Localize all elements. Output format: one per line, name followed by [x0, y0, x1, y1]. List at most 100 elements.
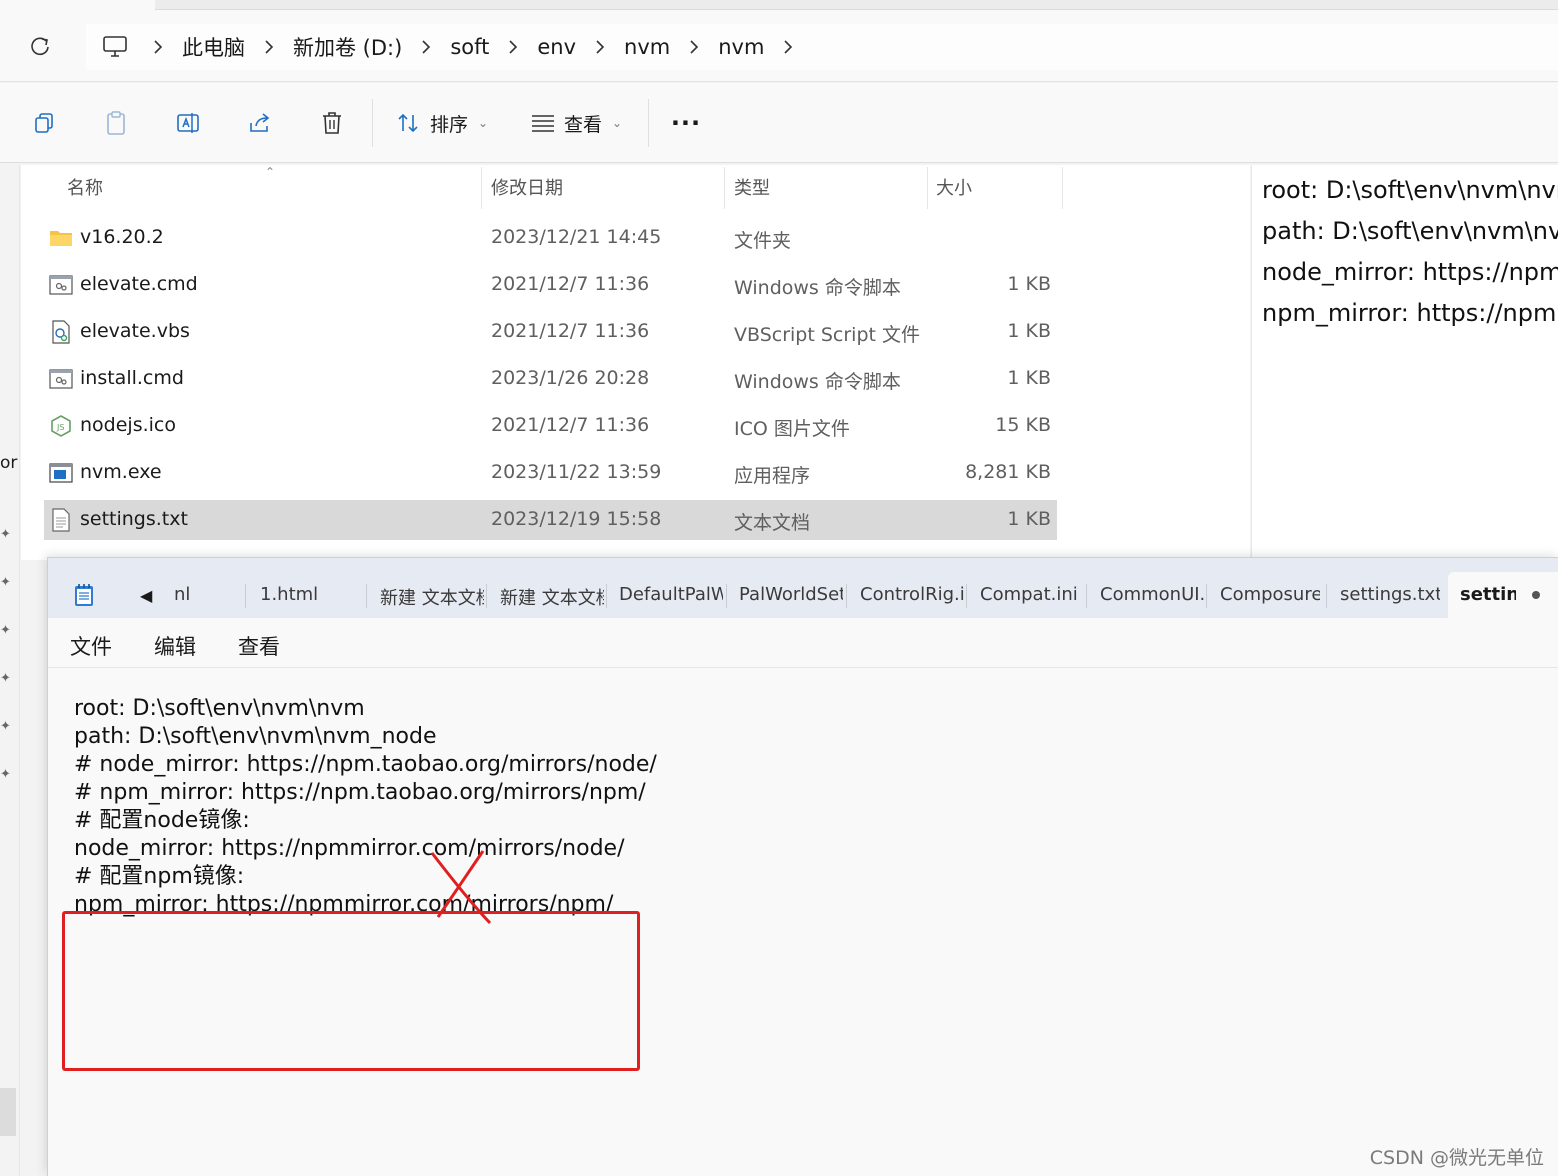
delete-icon[interactable] [314, 105, 350, 141]
tab-divider [1326, 584, 1327, 608]
column-header-type[interactable]: 类型 [734, 165, 770, 209]
pin-icon: ✦ [0, 719, 11, 734]
pin-icon: ✦ [0, 575, 11, 590]
file-type: 文件夹 [734, 230, 792, 252]
chevron-right-icon[interactable] [412, 40, 440, 54]
file-type: Windows 命令脚本 [734, 371, 901, 393]
breadcrumb[interactable]: 此电脑 新加卷 (D:) soft env nvm nvm [86, 24, 1558, 70]
file-list: ⌃ 名称 修改日期 类型 大小 v16.20.2 2023/12/21 14:4… [21, 165, 1250, 560]
tab-new-text-doc-1[interactable]: 新建 文本文档 [380, 584, 484, 610]
txt-file-icon [49, 508, 73, 532]
sort-icon [398, 113, 418, 133]
chevron-right-icon[interactable] [586, 40, 614, 54]
menu-file[interactable]: 文件 [70, 631, 112, 661]
column-divider[interactable] [1062, 167, 1063, 209]
toolbar-divider [372, 99, 373, 147]
sort-button[interactable]: 排序 ⌄ [396, 105, 488, 141]
breadcrumb-env[interactable]: env [527, 35, 586, 59]
chevron-right-icon[interactable] [499, 40, 527, 54]
breadcrumb-soft[interactable]: soft [440, 35, 499, 59]
chevron-right-icon[interactable] [680, 40, 708, 54]
file-name: nodejs.ico [80, 414, 176, 436]
column-divider[interactable] [927, 167, 928, 209]
text-line: # npm_mirror: https://npm.taobao.org/mir… [74, 780, 646, 805]
tab-divider [606, 584, 607, 608]
chevron-right-icon[interactable] [255, 40, 283, 54]
tab-active[interactable]: settings.txt [1448, 572, 1558, 618]
column-header-date[interactable]: 修改日期 [491, 165, 563, 209]
text-line: path: D:\soft\env\nvm\nvm_node [74, 724, 437, 749]
tab-palworldsettings[interactable]: PalWorldSettings [739, 584, 843, 610]
view-label: 查看 [564, 113, 603, 136]
tab-defaultpalworld[interactable]: DefaultPalWorld [619, 584, 723, 610]
file-size: 1 KB [1007, 320, 1051, 342]
toolbar-divider [648, 99, 649, 147]
vbs-file-icon [49, 320, 73, 344]
tab-new-text-doc-2[interactable]: 新建 文本文档 [500, 584, 604, 610]
navigation-pane[interactable]: or ✦ ✦ ✦ ✦ ✦ ✦ [0, 165, 20, 1176]
column-header-name[interactable]: 名称 [67, 165, 103, 209]
file-date: 2021/12/7 11:36 [491, 414, 650, 436]
preview-line: root: D:\soft\env\nvm\nvm [1262, 176, 1558, 204]
tab-1-html[interactable]: 1.html [260, 584, 365, 610]
file-row[interactable]: install.cmd 2023/1/26 20:28 Windows 命令脚本… [44, 359, 1057, 399]
chevron-right-icon[interactable] [144, 40, 172, 54]
breadcrumb-drive-d[interactable]: 新加卷 (D:) [283, 32, 412, 62]
column-divider[interactable] [481, 167, 482, 209]
tab-divider [486, 584, 487, 608]
file-size: 15 KB [995, 414, 1051, 436]
column-header-size[interactable]: 大小 [936, 165, 972, 209]
file-row[interactable]: JS nodejs.ico 2021/12/7 11:36 ICO 图片文件 1… [44, 406, 1057, 446]
watermark: CSDN @微光无单位 [1369, 1147, 1544, 1169]
chevron-right-icon[interactable] [774, 40, 802, 54]
text-line: # 配置npm镜像: [74, 864, 245, 889]
file-date: 2023/1/26 20:28 [491, 367, 650, 389]
refresh-icon[interactable] [24, 30, 56, 62]
notepad-tab-bar: ◀ nl 1.html 新建 文本文档 新建 文本文档 DefaultPalWo… [48, 558, 1558, 618]
tab-composure-ini[interactable]: Composure.ini [1220, 584, 1320, 610]
breadcrumb-nvm-current[interactable]: nvm [708, 35, 774, 59]
file-size: 1 KB [1007, 273, 1051, 295]
tab-divider [366, 584, 367, 608]
tab-nl[interactable]: nl [174, 584, 230, 610]
copy-icon[interactable] [26, 105, 62, 141]
nav-selected-indicator [0, 1088, 16, 1136]
file-name: install.cmd [80, 367, 184, 389]
text-line: # 配置node镜像: [74, 808, 250, 833]
rename-icon[interactable] [170, 105, 206, 141]
preview-line: npm_mirror: https://npm.taobao.org [1262, 299, 1558, 327]
tab-divider [846, 584, 847, 608]
tab-scroll-left-icon[interactable]: ◀ [140, 586, 152, 605]
file-name: elevate.cmd [80, 273, 198, 295]
preview-line: node_mirror: https://npm.taobao.org [1262, 258, 1558, 286]
tab-commonui-ini[interactable]: CommonUI.ini [1100, 584, 1204, 610]
file-row[interactable]: v16.20.2 2023/12/21 14:45 文件夹 [44, 218, 1057, 258]
text-line: # node_mirror: https://npm.taobao.org/mi… [74, 752, 657, 777]
text-editor[interactable]: root: D:\soft\env\nvm\nvm path: D:\soft\… [48, 669, 1558, 1176]
breadcrumb-nvm[interactable]: nvm [614, 35, 680, 59]
paste-icon[interactable] [98, 105, 134, 141]
view-button[interactable]: 查看 ⌄ [530, 105, 622, 141]
nav-item-fragment[interactable]: or [0, 453, 17, 473]
breadcrumb-this-pc[interactable]: 此电脑 [172, 32, 255, 62]
chevron-down-icon: ⌄ [612, 116, 623, 130]
more-options-icon[interactable]: ··· [666, 105, 706, 141]
tab-compat-ini[interactable]: Compat.ini [980, 584, 1084, 610]
menu-edit[interactable]: 编辑 [154, 631, 196, 661]
menu-view[interactable]: 查看 [238, 631, 280, 661]
unsaved-dot-icon[interactable] [1532, 591, 1540, 599]
tab-settings-txt[interactable]: settings.txt [1340, 584, 1440, 610]
file-row[interactable]: nvm.exe 2023/11/22 13:59 应用程序 8,281 KB [44, 453, 1057, 493]
share-icon[interactable] [242, 105, 278, 141]
file-date: 2021/12/7 11:36 [491, 273, 650, 295]
column-divider[interactable] [724, 167, 725, 209]
file-row-selected[interactable]: settings.txt 2023/12/19 15:58 文本文档 1 KB [44, 500, 1057, 540]
file-row[interactable]: elevate.vbs 2021/12/7 11:36 VBScript Scr… [44, 312, 1057, 352]
file-row[interactable]: elevate.cmd 2021/12/7 11:36 Windows 命令脚本… [44, 265, 1057, 305]
text-line: root: D:\soft\env\nvm\nvm [74, 696, 365, 721]
tab-controlrig-ini[interactable]: ControlRig.ini [860, 584, 964, 610]
file-name: nvm.exe [80, 461, 162, 483]
notepad-menu-bar: 文件 编辑 查看 [48, 618, 1558, 668]
active-tab-label: settings.txt [1460, 584, 1516, 605]
this-pc-icon[interactable] [86, 24, 144, 70]
